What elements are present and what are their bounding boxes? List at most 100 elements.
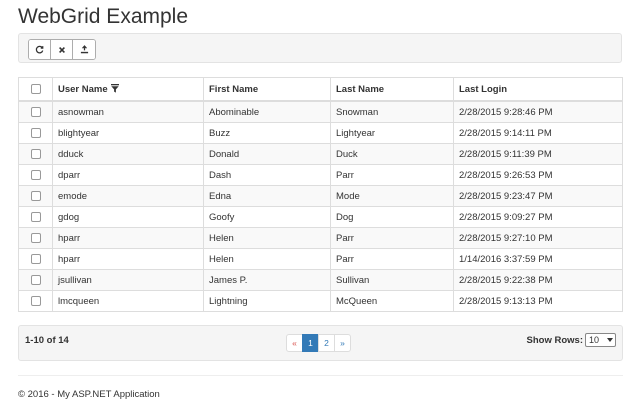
grid-header-row: User Name First Name Last Name Last Logi… <box>19 78 622 102</box>
export-button[interactable] <box>73 40 95 59</box>
cell-first-name: Dash <box>203 164 331 186</box>
grid-pager: 1-10 of 14 « 1 2 » Show Rows: 10 <box>18 325 623 361</box>
cell-first-name: Helen <box>203 227 331 249</box>
toolbar-button-group <box>28 39 96 60</box>
page: WebGrid Example User Name First Name Las… <box>0 0 640 410</box>
clear-icon <box>58 46 65 53</box>
footer-divider <box>18 375 623 376</box>
row-select-cell <box>19 122 53 144</box>
cell-first-name: Donald <box>203 143 331 165</box>
table-row[interactable]: hparr Helen Parr 1/14/2016 3:37:59 PM <box>19 248 622 270</box>
row-checkbox[interactable] <box>30 274 41 285</box>
cell-first-name: Goofy <box>203 206 331 228</box>
column-header-label: User Name <box>58 83 108 95</box>
row-select-cell <box>19 143 53 165</box>
cell-user-name: jsullivan <box>52 269 204 291</box>
cell-last-name: Duck <box>330 143 454 165</box>
refresh-button[interactable] <box>29 40 51 59</box>
page-button-2[interactable]: 2 <box>318 334 335 352</box>
cell-last-login: 2/28/2015 9:23:47 PM <box>453 185 622 207</box>
cell-last-name: McQueen <box>330 290 454 311</box>
row-select-cell <box>19 248 53 270</box>
show-rows-label: Show Rows: <box>526 334 583 346</box>
row-select-cell <box>19 164 53 186</box>
row-select-cell <box>19 100 53 123</box>
cell-last-login: 2/28/2015 9:14:11 PM <box>453 122 622 144</box>
cell-last-login: 2/28/2015 9:09:27 PM <box>453 206 622 228</box>
row-checkbox[interactable] <box>30 232 41 243</box>
page-title: WebGrid Example <box>18 5 189 28</box>
prev-page-button[interactable]: « <box>286 334 303 352</box>
cell-last-login: 2/28/2015 9:26:53 PM <box>453 164 622 186</box>
row-checkbox[interactable] <box>30 190 41 201</box>
table-row[interactable]: lmcqueen Lightning McQueen 2/28/2015 9:1… <box>19 290 622 311</box>
web-grid: User Name First Name Last Name Last Logi… <box>18 77 623 312</box>
table-row[interactable]: gdog Goofy Dog 2/28/2015 9:09:27 PM <box>19 206 622 228</box>
cell-first-name: Buzz <box>203 122 331 144</box>
cell-last-name: Parr <box>330 248 454 270</box>
row-checkbox[interactable] <box>30 253 41 264</box>
pagination: « 1 2 » <box>286 334 351 352</box>
clear-filter-button[interactable] <box>51 40 73 59</box>
grid-toolbar <box>18 33 622 63</box>
select-all-checkbox[interactable] <box>30 83 41 94</box>
cell-last-login: 1/14/2016 3:37:59 PM <box>453 248 622 270</box>
cell-user-name: blightyear <box>52 122 204 144</box>
refresh-icon <box>35 45 44 54</box>
footer-text: © 2016 - My ASP.NET Application <box>18 389 160 400</box>
row-checkbox[interactable] <box>30 127 41 138</box>
pager-summary: 1-10 of 14 <box>25 335 69 346</box>
cell-last-login: 2/28/2015 9:22:38 PM <box>453 269 622 291</box>
cell-user-name: emode <box>52 185 204 207</box>
cell-first-name: Lightning <box>203 290 331 311</box>
table-row[interactable]: dduck Donald Duck 2/28/2015 9:11:39 PM <box>19 143 622 165</box>
cell-user-name: hparr <box>52 248 204 270</box>
table-row[interactable]: hparr Helen Parr 2/28/2015 9:27:10 PM <box>19 227 622 249</box>
cell-user-name: asnowman <box>52 100 204 123</box>
row-select-cell <box>19 290 53 311</box>
cell-user-name: dduck <box>52 143 204 165</box>
cell-last-name: Lightyear <box>330 122 454 144</box>
cell-user-name: lmcqueen <box>52 290 204 311</box>
cell-first-name: James P. <box>203 269 331 291</box>
column-header-last-login[interactable]: Last Login <box>453 78 622 102</box>
rows-per-page-value: 10 <box>589 335 600 345</box>
select-all-cell <box>19 78 53 102</box>
cell-last-name: Parr <box>330 164 454 186</box>
column-header-user-name[interactable]: User Name <box>52 78 204 102</box>
table-row[interactable]: jsullivan James P. Sullivan 2/28/2015 9:… <box>19 269 622 291</box>
column-header-last-name[interactable]: Last Name <box>330 78 454 102</box>
next-page-button[interactable]: » <box>334 334 351 352</box>
cell-last-name: Parr <box>330 227 454 249</box>
cell-user-name: gdog <box>52 206 204 228</box>
cell-last-login: 2/28/2015 9:13:13 PM <box>453 290 622 311</box>
row-select-cell <box>19 269 53 291</box>
row-checkbox[interactable] <box>30 211 41 222</box>
cell-first-name: Edna <box>203 185 331 207</box>
show-rows-control: Show Rows: 10 <box>527 333 616 347</box>
rows-per-page-select[interactable]: 10 <box>585 333 616 347</box>
table-row[interactable]: asnowman Abominable Snowman 2/28/2015 9:… <box>19 100 622 123</box>
cell-user-name: dparr <box>52 164 204 186</box>
table-row[interactable]: emode Edna Mode 2/28/2015 9:23:47 PM <box>19 185 622 207</box>
export-icon <box>80 45 88 54</box>
cell-first-name: Abominable <box>203 100 331 123</box>
row-checkbox[interactable] <box>30 169 41 180</box>
row-checkbox[interactable] <box>30 148 41 159</box>
filter-icon[interactable] <box>110 84 119 94</box>
chevron-down-icon <box>607 338 613 342</box>
row-checkbox[interactable] <box>30 106 41 117</box>
cell-last-login: 2/28/2015 9:11:39 PM <box>453 143 622 165</box>
cell-last-login: 2/28/2015 9:27:10 PM <box>453 227 622 249</box>
table-row[interactable]: blightyear Buzz Lightyear 2/28/2015 9:14… <box>19 122 622 144</box>
column-header-first-name[interactable]: First Name <box>203 78 331 102</box>
cell-last-name: Snowman <box>330 100 454 123</box>
row-select-cell <box>19 185 53 207</box>
cell-last-login: 2/28/2015 9:28:46 PM <box>453 100 622 123</box>
row-checkbox[interactable] <box>30 295 41 306</box>
cell-first-name: Helen <box>203 248 331 270</box>
row-select-cell <box>19 206 53 228</box>
page-button-1[interactable]: 1 <box>302 334 319 352</box>
table-row[interactable]: dparr Dash Parr 2/28/2015 9:26:53 PM <box>19 164 622 186</box>
cell-last-name: Dog <box>330 206 454 228</box>
